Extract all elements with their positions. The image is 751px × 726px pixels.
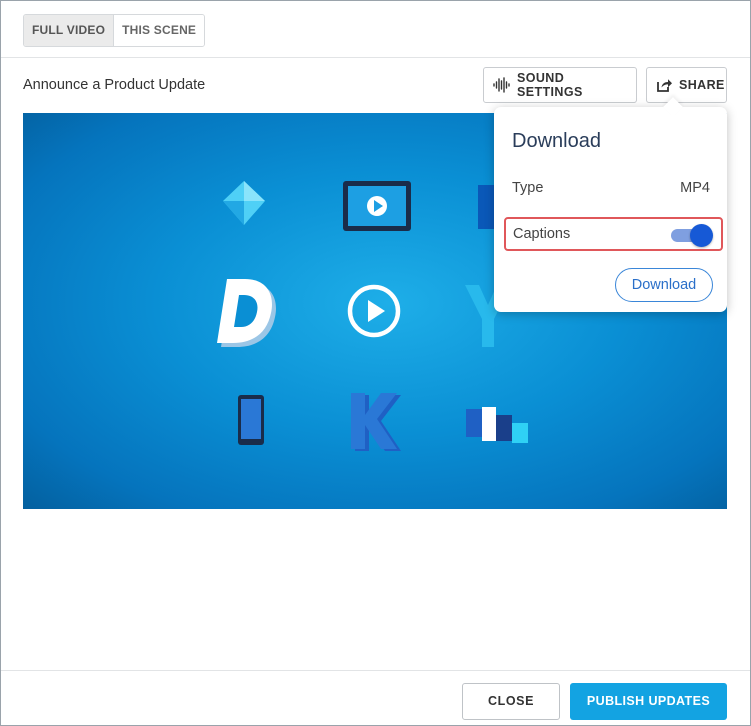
top-divider — [1, 57, 750, 58]
tablet-icon — [343, 181, 411, 231]
dialog: FULL VIDEO THIS SCENE Announce a Product… — [0, 0, 751, 726]
close-button[interactable]: CLOSE — [462, 683, 560, 720]
tab-full-video[interactable]: FULL VIDEO — [24, 15, 115, 46]
bottom-divider — [1, 670, 750, 671]
captions-label: Captions — [513, 226, 571, 242]
sound-settings-button[interactable]: SOUND SETTINGS — [483, 67, 637, 103]
sound-settings-label: SOUND SETTINGS — [517, 71, 583, 99]
toggle-knob — [690, 224, 713, 247]
popover-title: Download — [512, 130, 601, 152]
bar-blocks-shape — [466, 407, 528, 443]
share-label: SHARE — [679, 78, 725, 92]
play-icon[interactable] — [347, 284, 401, 338]
share-icon — [656, 77, 673, 93]
captions-row: Captions — [504, 217, 723, 251]
share-button[interactable]: SHARE — [646, 67, 727, 103]
tab-this-scene[interactable]: THIS SCENE — [114, 15, 205, 46]
scene-title: Announce a Product Update — [23, 77, 206, 93]
publish-updates-button[interactable]: PUBLISH UPDATES — [570, 683, 727, 720]
download-popover: Download Type MP4 Captions Download — [494, 97, 727, 312]
captions-toggle[interactable] — [671, 224, 713, 247]
download-button[interactable]: Download — [615, 268, 713, 302]
letter-d-shape — [217, 279, 276, 347]
type-label: Type — [512, 180, 544, 196]
view-tabs: FULL VIDEO THIS SCENE — [23, 14, 206, 47]
phone-icon — [238, 395, 264, 445]
diamond-icon — [223, 181, 265, 225]
letter-k-shape — [351, 393, 401, 451]
waveform-icon — [493, 77, 511, 93]
type-value[interactable]: MP4 — [680, 180, 710, 196]
